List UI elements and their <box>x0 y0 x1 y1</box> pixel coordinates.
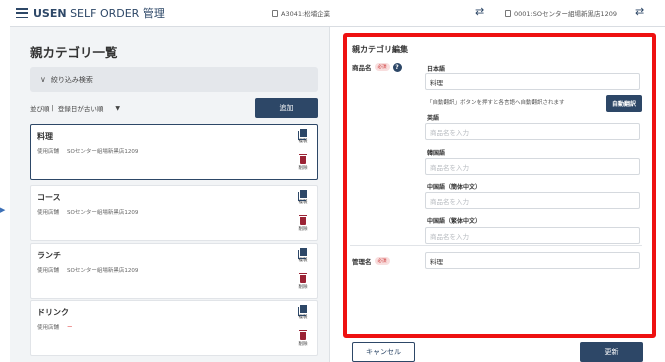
shop-info: 使用店舗ー <box>37 325 73 331</box>
trash-icon <box>299 215 307 225</box>
copy-button[interactable]: 複製 <box>295 305 311 320</box>
register-selector[interactable]: 0001:SOセンター組場新黒店1209 <box>505 8 617 18</box>
app-brand: USEN SELF ORDER 管理 <box>33 7 165 20</box>
edit-panel-title: 親カテゴリ編集 <box>352 45 408 54</box>
product-name-label: 商品名 必須? <box>352 62 402 72</box>
japanese-label: 日本語 <box>427 66 446 73</box>
category-card[interactable]: ドリンク 使用店舗ー 複製 削除 <box>30 300 318 356</box>
auto-translate-button[interactable]: 自動翻訳 <box>606 95 642 112</box>
copy-button[interactable]: 複製 <box>295 248 311 263</box>
required-badge: 必須 <box>374 63 390 71</box>
shop-info: 使用店舗 SOセンター組場新黒店1209 <box>37 268 139 274</box>
add-button[interactable]: 追加 <box>255 98 318 118</box>
update-button[interactable]: 更新 <box>580 342 643 362</box>
trash-icon <box>299 154 307 164</box>
hamburger-menu-icon[interactable] <box>16 8 28 18</box>
chinese-traditional-input[interactable]: 商品名を入力 <box>425 227 640 244</box>
category-card[interactable]: コース 使用店舗 SOセンター組場新黒店1209 複製 削除 <box>30 185 318 241</box>
section-divider <box>350 245 642 246</box>
chinese-simplified-label: 中国語（簡体中文） <box>427 184 482 191</box>
copy-icon <box>297 305 307 316</box>
help-icon[interactable]: ? <box>392 62 402 72</box>
trash-icon <box>299 273 307 283</box>
category-name: ランチ <box>37 251 61 260</box>
shop-info: 使用店舗 SOセンター組場新黒店1209 <box>37 149 139 155</box>
category-name: ドリンク <box>37 308 69 317</box>
delete-button[interactable]: 削除 <box>295 215 311 232</box>
sort-select[interactable]: 並び順 | 登録日が古い順 ▼ <box>30 103 120 113</box>
filter-toggle[interactable]: ∨ 絞り込み検索 <box>30 67 318 92</box>
auto-translate-note: 「自動翻訳」ボタンを押すと各言語へ自動翻訳されます <box>427 100 565 106</box>
japanese-name-input[interactable]: 料理 <box>425 73 640 90</box>
store-selector[interactable]: A3041:松埔企業 <box>272 8 330 18</box>
delete-button[interactable]: 削除 <box>295 154 311 171</box>
copy-button[interactable]: 複製 <box>295 129 311 144</box>
admin-name-label: 管理名 必須 <box>352 256 390 266</box>
shop-info: 使用店舗 SOセンター組場新黒店1209 <box>37 210 139 216</box>
caret-down-icon: ▼ <box>115 104 121 112</box>
copy-button[interactable]: 複製 <box>295 190 311 205</box>
switch-store-icon[interactable]: ⇄ <box>475 5 484 18</box>
chevron-down-icon: ∨ <box>40 75 46 84</box>
korean-label: 韓国語 <box>427 150 446 157</box>
cancel-button[interactable]: キャンセル <box>352 342 415 362</box>
pointer-arrow-icon: ▶ <box>0 206 6 214</box>
category-card[interactable]: 料理 使用店舗 SOセンター組場新黒店1209 複製 削除 <box>30 124 318 180</box>
copy-icon <box>297 190 307 201</box>
english-label: 英語 <box>427 115 440 122</box>
chinese-traditional-label: 中国語（繁体中文） <box>427 218 482 225</box>
switch-register-icon[interactable]: ⇄ <box>635 5 644 18</box>
delete-button[interactable]: 削除 <box>295 330 311 347</box>
building-icon <box>272 9 278 17</box>
english-name-input[interactable]: 商品名を入力 <box>425 123 640 140</box>
chinese-simplified-input[interactable]: 商品名を入力 <box>425 192 640 209</box>
register-icon <box>505 9 511 17</box>
category-name: コース <box>37 193 61 202</box>
admin-name-input[interactable]: 料理 <box>425 252 640 269</box>
category-card[interactable]: ランチ 使用店舗 SOセンター組場新黒店1209 複製 削除 <box>30 243 318 299</box>
page-title: 親カテゴリ一覧 <box>30 45 118 60</box>
copy-icon <box>297 248 307 259</box>
required-badge: 必須 <box>374 257 390 265</box>
category-name: 料理 <box>37 132 53 141</box>
delete-button[interactable]: 削除 <box>295 273 311 290</box>
copy-icon <box>297 129 307 140</box>
trash-icon <box>299 330 307 340</box>
korean-name-input[interactable]: 商品名を入力 <box>425 158 640 175</box>
